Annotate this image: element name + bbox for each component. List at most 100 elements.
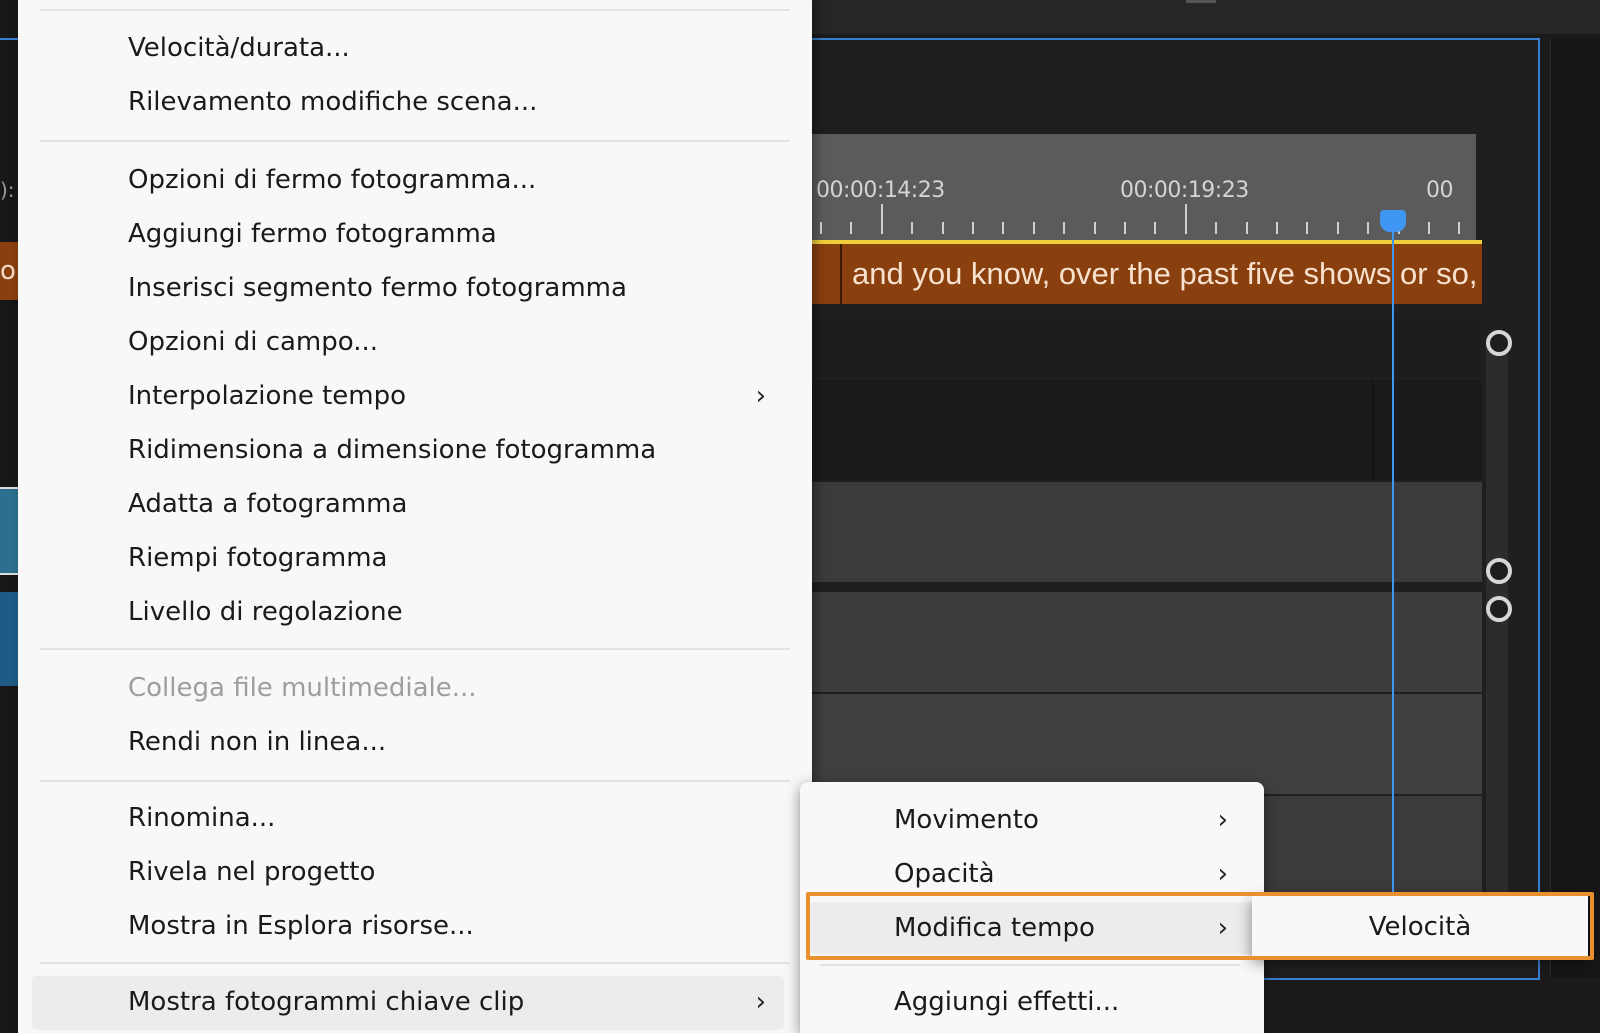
ruler-tick xyxy=(1245,222,1248,234)
menu-item-label: Interpolazione tempo xyxy=(128,381,407,411)
caption-clip[interactable]: and you know, over the past five shows o… xyxy=(812,240,1482,304)
menu-item-label: Rinomina... xyxy=(128,803,276,833)
menu-item-add-frame-hold[interactable]: Aggiungi fermo fotogramma xyxy=(32,208,784,260)
timeline-left-edge: ): o xyxy=(0,0,18,1033)
ruler-tick xyxy=(1458,222,1461,234)
ruler-time-fragment: ): xyxy=(0,178,15,202)
ruler-tick xyxy=(911,222,914,234)
timeline-track xyxy=(812,482,1482,582)
ruler-tick xyxy=(1124,222,1126,234)
caption-clip-separator xyxy=(840,244,842,304)
ruler-tick xyxy=(972,222,974,234)
ruler-tick xyxy=(850,222,853,234)
ruler-tick xyxy=(1367,222,1370,234)
submenu-item-label: Modifica tempo xyxy=(894,913,1095,943)
menu-item-label: Inserisci segmento fermo fotogramma xyxy=(128,273,627,303)
menu-item-adjustment-layer[interactable]: Livello di regolazione xyxy=(32,586,784,638)
ruler-time-label: 00:00:14:23 xyxy=(816,178,945,203)
scrollbar-handle[interactable] xyxy=(1486,596,1512,622)
submenu-item-label: Aggiungi effetti... xyxy=(894,987,1120,1017)
menu-item-label: Mostra in Esplora risorse... xyxy=(128,911,474,941)
caption-text: and you know, over the past five shows o… xyxy=(852,256,1478,291)
menu-item-fill-frame[interactable]: Riempi fotogramma xyxy=(32,532,784,584)
menu-item-make-offline[interactable]: Rendi non in linea... xyxy=(32,716,784,768)
submenu-item-label: Movimento xyxy=(894,805,1039,835)
menu-item-reveal-in-explorer[interactable]: Mostra in Esplora risorse... xyxy=(32,900,784,952)
menu-item-rename[interactable]: Rinomina... xyxy=(32,792,784,844)
panel-border-fragment xyxy=(0,38,18,40)
clip-keyframes-submenu: Movimento › Opacità › Modifica tempo › Aggi… xyxy=(800,782,1264,1033)
ruler-tick xyxy=(1276,222,1278,234)
menu-item-show-clip-keyframes[interactable]: Mostra fotogrammi chiave clip › xyxy=(32,976,784,1030)
caption-clip-fragment[interactable]: o xyxy=(0,242,18,300)
time-ruler[interactable]: 00:00:14:23 00:00:19:23 00 xyxy=(812,134,1476,240)
menu-item-insert-frame-hold-segment[interactable]: Inserisci segmento fermo fotogramma xyxy=(32,262,784,314)
timeline-track xyxy=(812,318,1482,378)
menu-item-label: Rivela nel progetto xyxy=(128,857,376,887)
time-remapping-submenu: Velocità xyxy=(1252,896,1588,958)
ruler-tick xyxy=(820,222,822,234)
ruler-tick xyxy=(1063,222,1066,234)
ruler-tick xyxy=(1306,222,1309,234)
ruler-tick xyxy=(1154,222,1157,234)
submenu-item-add-effects[interactable]: Aggiungi effetti... xyxy=(810,976,1254,1028)
playhead-line[interactable] xyxy=(1392,226,1394,892)
chevron-right-icon: › xyxy=(1217,913,1228,943)
timeline-track xyxy=(812,380,1482,480)
menu-item-label: Rendi non in linea... xyxy=(128,727,387,757)
submenu-item-time-remapping[interactable]: Modifica tempo › xyxy=(810,902,1254,954)
menu-item-scene-edit-detection[interactable]: Rilevamento modifiche scena... xyxy=(32,76,784,128)
chevron-right-icon: › xyxy=(755,987,766,1017)
menu-item-label: Rilevamento modifiche scena... xyxy=(128,87,538,117)
menu-item-label: Mostra fotogrammi chiave clip xyxy=(128,987,525,1017)
menu-item-time-interpolation[interactable]: Interpolazione tempo › xyxy=(32,370,784,422)
chevron-right-icon: › xyxy=(1217,859,1228,889)
submenu-item-speed[interactable]: Velocità xyxy=(1252,896,1588,958)
ruler-tick xyxy=(1093,222,1096,234)
menu-item-label: Opzioni di campo... xyxy=(128,327,379,357)
submenu-item-label: Velocità xyxy=(1368,912,1472,942)
menu-separator xyxy=(40,648,790,650)
ruler-tick xyxy=(941,222,944,234)
menu-separator xyxy=(40,9,790,11)
ruler-tick xyxy=(1184,204,1187,234)
scrollbar-handle[interactable] xyxy=(1486,330,1512,356)
submenu-item-label: Opacità xyxy=(894,859,995,889)
ruler-tick xyxy=(880,204,883,234)
ruler-time-label: 00 xyxy=(1426,178,1454,203)
clip-context-menu: Velocità/durata... Rilevamento modifiche… xyxy=(18,0,812,1033)
menu-item-label: Riempi fotogramma xyxy=(128,543,388,573)
menu-separator xyxy=(40,962,790,964)
menu-item-frame-hold-options[interactable]: Opzioni di fermo fotogramma... xyxy=(32,154,784,206)
menu-separator xyxy=(40,780,790,782)
menu-item-label: Aggiungi fermo fotogramma xyxy=(128,219,497,249)
ruler-tick xyxy=(1336,222,1339,234)
adjacent-panel xyxy=(1550,38,1600,978)
scrollbar-handle[interactable] xyxy=(1486,558,1512,584)
timeline-track xyxy=(812,592,1482,692)
chevron-right-icon: › xyxy=(755,381,766,411)
menu-item-field-options[interactable]: Opzioni di campo... xyxy=(32,316,784,368)
menu-item-reveal-in-project[interactable]: Rivela nel progetto xyxy=(32,846,784,898)
menu-separator xyxy=(40,140,790,142)
submenu-item-motion[interactable]: Movimento › xyxy=(810,794,1254,846)
audio-clip-fragment[interactable] xyxy=(0,592,18,686)
menu-item-fit-to-frame[interactable]: Adatta a fotogramma xyxy=(32,478,784,530)
menu-item-link-media: Collega file multimediale... xyxy=(32,662,784,714)
chevron-right-icon: › xyxy=(1217,805,1228,835)
ruler-time-label: 00:00:19:23 xyxy=(1120,178,1249,203)
menu-item-label: Adatta a fotogramma xyxy=(128,489,408,519)
submenu-item-opacity[interactable]: Opacità › xyxy=(810,848,1254,900)
menu-item-label: Opzioni di fermo fotogramma... xyxy=(128,165,537,195)
video-clip-fragment[interactable] xyxy=(0,487,18,575)
track-divider xyxy=(1372,380,1374,480)
ruler-tick xyxy=(1428,222,1430,234)
ruler-tick xyxy=(1002,222,1005,234)
header-scrub-handle[interactable] xyxy=(1186,0,1216,3)
menu-item-speed-duration[interactable]: Velocità/durata... xyxy=(32,22,784,74)
menu-item-label: Livello di regolazione xyxy=(128,597,403,627)
submenu-separator xyxy=(820,964,1240,966)
menu-item-scale-to-frame-size[interactable]: Ridimensiona a dimensione fotogramma xyxy=(32,424,784,476)
timeline-header-bar xyxy=(800,0,1600,34)
menu-item-label: Ridimensiona a dimensione fotogramma xyxy=(128,435,657,465)
